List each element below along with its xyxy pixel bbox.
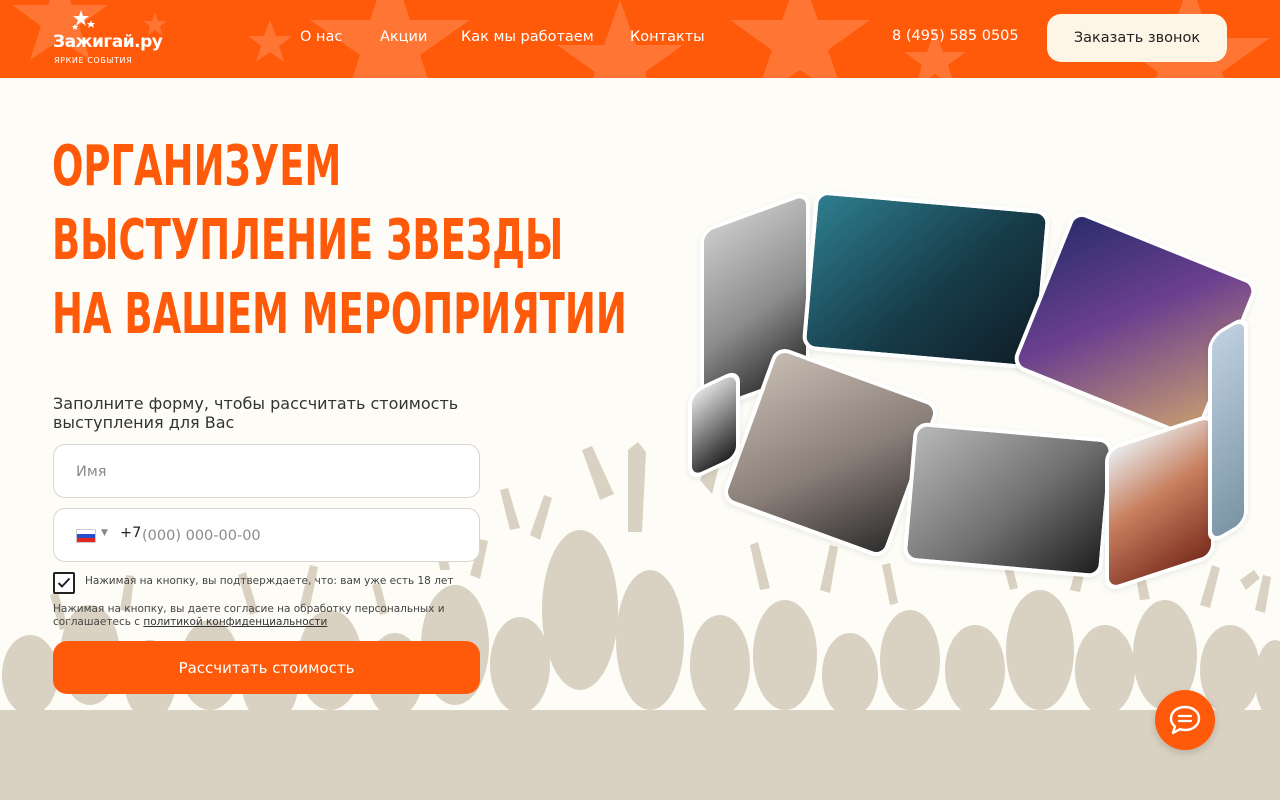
logo-text: Зажигай.ру: [53, 32, 163, 52]
phone-country-code: +7: [120, 525, 142, 541]
header-phone[interactable]: 8 (495) 585 0505: [892, 28, 1019, 44]
phone-field[interactable]: ▼ +7: [53, 508, 480, 562]
artist-photo-6: [1105, 412, 1215, 593]
checkmark-icon: [57, 577, 71, 588]
hero-title-line-2: ВЫСТУПЛЕНИЕ ЗВЕЗДЫ: [52, 208, 564, 273]
nav-item-contacts[interactable]: Контакты: [630, 29, 705, 45]
chat-bubble-icon: [1169, 705, 1201, 735]
logo-stars-icon: [72, 10, 95, 30]
logo-tagline: ЯРКИЕ СОБЫТИЯ: [54, 56, 133, 65]
phone-input[interactable]: [142, 525, 442, 547]
nav-item-how-we-work[interactable]: Как мы работаем: [461, 29, 594, 45]
hero-title-line-1: ОРГАНИЗУЕМ: [52, 134, 342, 199]
name-field[interactable]: [53, 444, 480, 498]
nav-item-promotions[interactable]: Акции: [380, 29, 427, 45]
age-confirm-checkbox[interactable]: [53, 572, 75, 594]
age-confirm-label: Нажимая на кнопку, вы подтверждаете, что…: [85, 575, 454, 587]
site-logo[interactable]: Зажигай.ру ЯРКИЕ СОБЫТИЯ: [53, 10, 163, 70]
nav-item-about[interactable]: О нас: [300, 29, 342, 45]
chevron-down-icon[interactable]: ▼: [101, 528, 108, 538]
privacy-policy-link[interactable]: политикой конфиденциальности: [143, 616, 327, 628]
calculate-cost-button[interactable]: Рассчитать стоимость: [53, 641, 480, 694]
hero-title-line-3: НА ВАШЕМ МЕРОПРИЯТИИ: [52, 282, 627, 347]
site-header: Зажигай.ру ЯРКИЕ СОБЫТИЯ О нас Акции Как…: [0, 0, 1280, 78]
artist-photo-7: [1208, 313, 1248, 547]
consent-text: Нажимая на кнопку, вы даете согласие на …: [53, 603, 453, 629]
order-call-button[interactable]: Заказать звонок: [1047, 14, 1227, 62]
artist-photo-collage: [680, 189, 1260, 593]
chat-button[interactable]: [1155, 690, 1215, 750]
form-caption: Заполните форму, чтобы рассчитать стоимо…: [53, 394, 459, 432]
name-input[interactable]: [76, 461, 456, 483]
hero-title: ОРГАНИЗУЕМ ВЫСТУПЛЕНИЕ ЗВЕЗДЫ НА ВАШЕМ М…: [52, 130, 627, 352]
artist-photo-2: [801, 190, 1051, 370]
artist-photo-5: [902, 421, 1114, 579]
russia-flag-icon[interactable]: [76, 529, 96, 543]
